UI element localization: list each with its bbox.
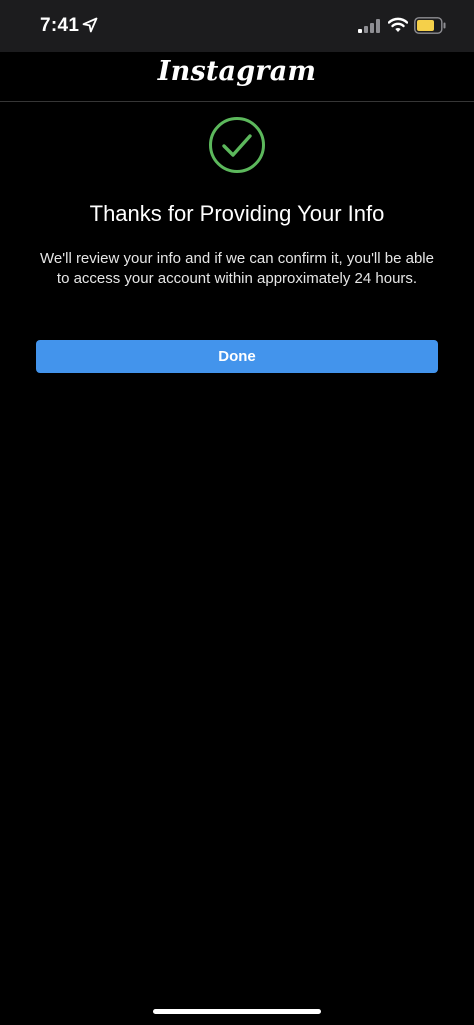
cellular-signal-icon xyxy=(358,19,380,33)
status-time: 7:41 xyxy=(40,15,80,36)
status-bar: 7:41 xyxy=(0,0,474,52)
done-button[interactable]: Done xyxy=(36,340,438,373)
confirmation-title: Thanks for Providing Your Info xyxy=(89,201,385,226)
app-header: Instagram xyxy=(0,52,474,102)
checkmark-circle-icon xyxy=(209,117,265,173)
battery-icon xyxy=(414,17,446,34)
confirmation-message: We'll review your info and if we can con… xyxy=(40,250,434,287)
instagram-logo: Instagram xyxy=(157,56,317,87)
wifi-icon xyxy=(388,17,408,32)
location-arrow-icon xyxy=(82,17,98,33)
home-indicator[interactable] xyxy=(153,1009,321,1014)
